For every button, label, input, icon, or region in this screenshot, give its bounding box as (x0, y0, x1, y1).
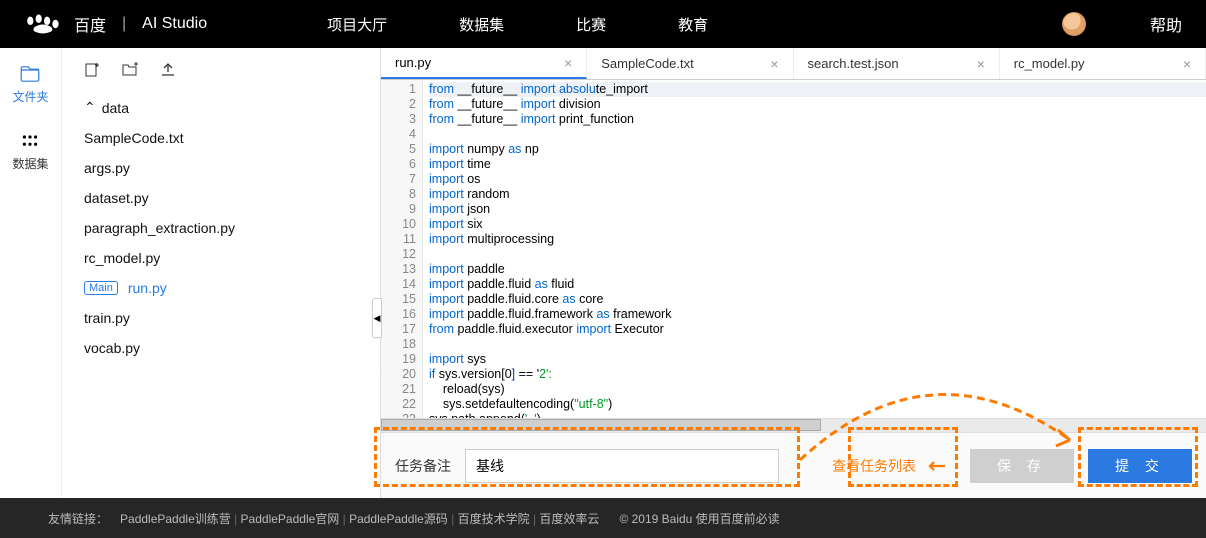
file-dataset-py[interactable]: dataset.py (78, 183, 370, 213)
submit-button[interactable]: 提 交 (1088, 449, 1192, 483)
brand-logo[interactable]: 百度 | AI Studio (24, 12, 207, 36)
upload-icon[interactable] (160, 62, 176, 78)
code-content[interactable]: from __future__ import absolute_importfr… (423, 80, 1206, 418)
footer-link[interactable]: 百度效率云 (539, 512, 599, 526)
footer-link[interactable]: 百度技术学院 (458, 512, 530, 526)
file-run-py[interactable]: Main run.py (78, 273, 370, 303)
filetree-toolbar (78, 62, 370, 78)
brand-text-right: AI Studio (142, 15, 207, 33)
footer: 友情链接： PaddlePaddle训练营 | PaddlePaddle官网 |… (0, 498, 1206, 538)
top-nav-bar: 百度 | AI Studio 项目大厅 数据集 比赛 教育 帮助 (0, 0, 1206, 48)
tab-rc_model-py[interactable]: rc_model.py × (1000, 48, 1206, 79)
task-note-input[interactable] (465, 449, 779, 483)
file-label: args.py (84, 160, 130, 176)
close-icon[interactable]: × (977, 56, 985, 72)
editor-tabs: run.py×SampleCode.txt×search.test.json×r… (381, 48, 1206, 80)
nav-education[interactable]: 教育 (678, 14, 708, 35)
file-train-py[interactable]: train.py (78, 303, 370, 333)
file-label: rc_model.py (84, 250, 160, 266)
file-args-py[interactable]: args.py (78, 153, 370, 183)
file-SampleCode-txt[interactable]: SampleCode.txt (78, 123, 370, 153)
new-file-icon[interactable] (84, 62, 100, 78)
tab-label: SampleCode.txt (601, 56, 694, 71)
footer-lead: 友情链接： (48, 510, 108, 527)
file-paragraph_extraction-py[interactable]: paragraph_extraction.py (78, 213, 370, 243)
arrow-left-icon (928, 460, 946, 472)
chevron-down-icon: ⌃ (84, 99, 96, 116)
nav-help[interactable]: 帮助 (1150, 12, 1182, 36)
side-rail: 文件夹 数据集 (0, 48, 62, 498)
save-button[interactable]: 保 存 (970, 449, 1074, 483)
brand-text-left: 百度 (74, 12, 106, 36)
collapse-handle[interactable]: ◀ (372, 298, 382, 338)
siderail-files[interactable]: 文件夹 (12, 66, 48, 105)
tab-search-test-json[interactable]: search.test.json × (794, 48, 1000, 79)
tab-run-py[interactable]: run.py × (381, 48, 587, 79)
code-editor[interactable]: 1234567891011121314151617181920▸21222324… (381, 80, 1206, 418)
editor-column: ◀ run.py×SampleCode.txt×search.test.json… (380, 48, 1206, 498)
close-icon[interactable]: × (1183, 56, 1191, 72)
user-avatar[interactable] (1062, 12, 1086, 36)
siderail-dataset-label: 数据集 (12, 155, 48, 172)
task-panel: 任务备注 查看任务列表 保 存 提 交 (381, 432, 1206, 498)
task-note-label: 任务备注 (395, 456, 451, 476)
tab-SampleCode-txt[interactable]: SampleCode.txt × (587, 48, 793, 79)
footer-link[interactable]: PaddlePaddle官网 (241, 512, 340, 526)
editor-hscrollbar[interactable] (381, 418, 1206, 432)
tab-label: rc_model.py (1014, 56, 1085, 71)
folder-label: data (102, 100, 129, 116)
file-vocab-py[interactable]: vocab.py (78, 333, 370, 363)
footer-link[interactable]: PaddlePaddle训练营 (120, 512, 231, 526)
file-rc_model-py[interactable]: rc_model.py (78, 243, 370, 273)
nav-projects[interactable]: 项目大厅 (327, 14, 387, 35)
main-nav: 项目大厅 数据集 比赛 教育 (327, 14, 708, 35)
line-gutter: 1234567891011121314151617181920▸21222324 (381, 80, 423, 418)
file-label: SampleCode.txt (84, 130, 184, 146)
siderail-dataset[interactable]: 数据集 (12, 133, 48, 172)
nav-datasets[interactable]: 数据集 (459, 14, 504, 35)
file-label: run.py (128, 280, 167, 296)
footer-copyright: © 2019 Baidu 使用百度前必读 (619, 510, 779, 527)
file-label: train.py (84, 310, 130, 326)
footer-link[interactable]: PaddlePaddle源码 (349, 512, 448, 526)
close-icon[interactable]: × (564, 55, 572, 71)
file-label: dataset.py (84, 190, 149, 206)
file-label: paragraph_extraction.py (84, 220, 235, 236)
view-task-list-link[interactable]: 查看任务列表 (832, 456, 916, 476)
tab-label: search.test.json (808, 56, 899, 71)
new-folder-icon[interactable] (122, 62, 138, 78)
main-badge: Main (84, 281, 118, 295)
file-label: vocab.py (84, 340, 140, 356)
brand-divider: | (122, 15, 126, 33)
nav-competition[interactable]: 比赛 (576, 14, 606, 35)
tab-label: run.py (395, 55, 431, 70)
file-tree: ⌃ data SampleCode.txt args.py dataset.py pa… (62, 48, 380, 498)
folder-data[interactable]: ⌃ data (78, 92, 370, 123)
close-icon[interactable]: × (770, 56, 778, 72)
siderail-files-label: 文件夹 (12, 88, 48, 105)
